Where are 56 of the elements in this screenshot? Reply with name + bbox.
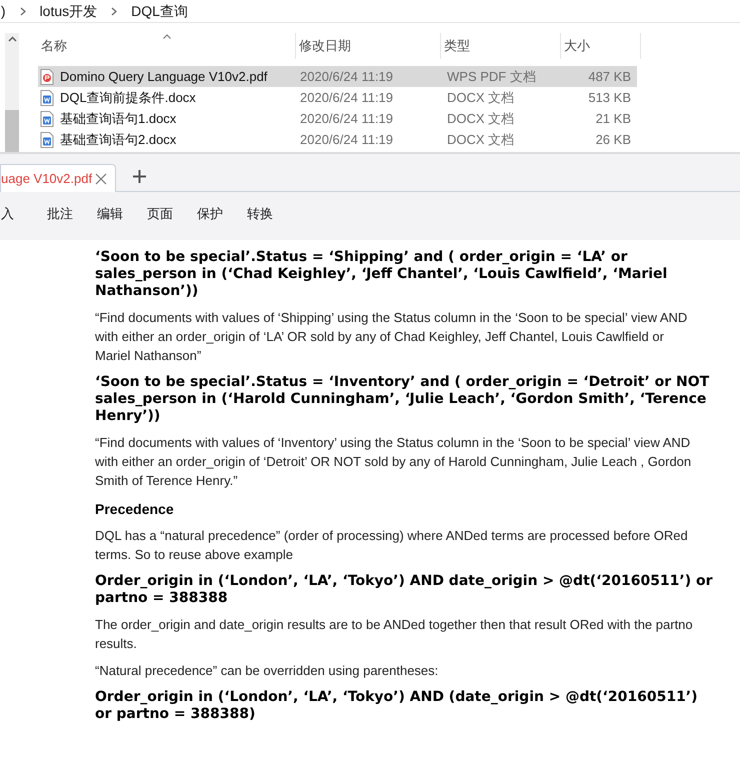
scroll-up-icon[interactable] [8,36,16,42]
file-type: DOCX 文档 [447,132,514,147]
breadcrumb-item[interactable]: lotus开发 [40,0,98,22]
menu-item[interactable]: 页面 [147,204,197,224]
column-header[interactable]: 修改日期 [299,36,351,56]
modified-date: 2020/6/24 11:19 [300,132,394,147]
file-name: 基础查询语句2.docx [60,130,176,149]
file-size: 21 KB [596,110,631,128]
menu-item[interactable]: 保护 [197,204,247,224]
code-example: Order_origin in (‘London’, ‘LA’, ‘Tokyo’) AND (date_origin > @dt(‘20160511’) or partno = 388388) [95,689,699,723]
add-tab-icon[interactable] [133,170,146,183]
paragraph: “Find documents with values of ‘Shipping’ using the Status column in the ‘Soon to be special’ view AND with either an order_origin of ‘LA’ OR sold by any of Chad Keighley, Jeff Chantel, Louis Cawlfield or Mariel Nathanson” [95,309,688,365]
paragraph: DQL has a “natural precedence” (order of processing) where ANDed terms are processed before ORed terms. So to reuse above example [95,527,689,564]
chevron-icon [111,6,118,16]
code-example: Order_origin in (‘London’, ‘LA’, ‘Tokyo’) AND date_origin > @dt(‘20160511’) or partno = 388388 [95,573,714,607]
file-row[interactable]: Domino Query Language V10v2.pdf 2020/6/24 11:19 WPS PDF 文档 487 KB [38,66,637,87]
word-file-icon [40,132,54,148]
file-row[interactable]: 基础查询语句2.docx 2020/6/24 11:19 DOCX 文档 26 KB [38,129,637,150]
file-type: DOCX 文档 [447,90,514,105]
chevron-icon [20,6,26,16]
menu-item[interactable]: 入 [1,204,47,224]
section-heading: Precedence [95,500,175,518]
code-example: ‘Soon to be special’.Status = ‘Shipping’ and ( order_origin = ‘LA’ or sales_person in (‘Chad Keighley’, ‘Jeff Chantel’, ‘Louis Cawlfield’, ‘Mariel Nathanson’)) [95,249,668,300]
tab-label: uage V10v2.pdf [1,170,92,188]
paragraph: The order_origin and date_origin results are to be ANDed together then that result ORed with the partno results. [95,616,694,653]
code-example: ‘Soon to be special’.Status = ‘Inventory’ and ( order_origin = ‘Detroit’ or NOT sales_person in (‘Harold Cunningham’, ‘Julie Leach’, ‘Gordon Smith’, ‘Terence Henry’)) [95,374,710,425]
modified-date: 2020/6/24 11:19 [300,90,394,105]
file-type: WPS PDF 文档 [447,68,536,84]
menu-item[interactable]: 编辑 [97,204,147,224]
modified-date: 2020/6/24 11:19 [300,68,394,84]
file-type: DOCX 文档 [447,110,514,126]
file-size: 26 KB [596,130,631,149]
close-icon[interactable] [95,172,108,184]
file-name: 基础查询语句1.docx [60,110,176,128]
file-name: DQL查询前提条件.docx [60,88,196,107]
paragraph: “Natural precedence” can be overridden using parentheses: [95,662,440,680]
column-header[interactable]: 名称 [41,36,67,56]
file-name: Domino Query Language V10v2.pdf [60,68,268,86]
pdf-file-icon [40,68,54,84]
file-row[interactable]: DQL查询前提条件.docx 2020/6/24 11:19 DOCX 文档 513 KB [38,87,637,108]
word-file-icon [40,110,54,126]
sort-ascending-icon [162,34,171,39]
scrollbar-thumb[interactable] [5,110,19,152]
breadcrumb-item[interactable]: :) [0,0,6,22]
column-header[interactable]: 大小 [564,36,590,56]
document-tab[interactable]: uage V10v2.pdf [0,164,116,192]
breadcrumb-item[interactable]: DQL查询 [131,0,188,22]
column-header[interactable]: 类型 [444,36,470,56]
paragraph: “Find documents with values of ‘Inventory’ using the Status column in the ‘Soon to be special’ view AND with either an order_origin of ‘Detroit’ OR NOT sold by any of Harold Cunningham, Julie Leach , Gordon Smith of Terence Henry.” [95,434,692,490]
modified-date: 2020/6/24 11:19 [300,110,394,126]
menu-item[interactable]: 批注 [47,204,97,224]
menu-item[interactable]: 转换 [247,204,297,224]
file-size: 487 KB [588,68,631,86]
word-file-icon [40,90,54,106]
file-size: 513 KB [588,88,631,107]
file-row[interactable]: 基础查询语句1.docx 2020/6/24 11:19 DOCX 文档 21 KB [38,108,637,129]
